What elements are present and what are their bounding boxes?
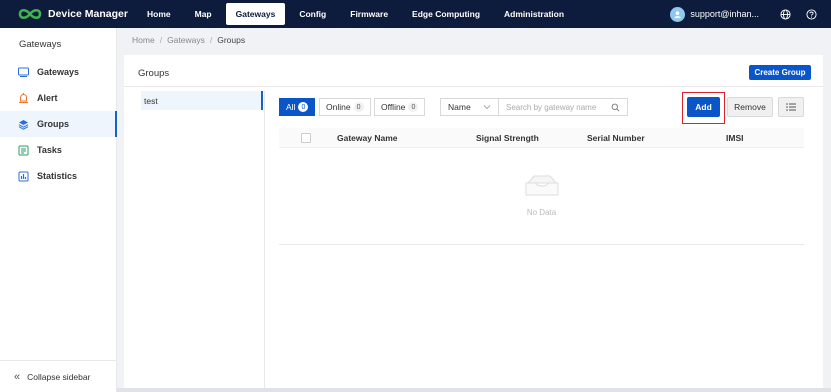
create-group-button[interactable]: Create Group xyxy=(749,65,811,80)
sidebar-title: Gateways xyxy=(19,39,62,50)
nav-edge-computing[interactable]: Edge Computing xyxy=(402,3,490,25)
collapse-sidebar-button[interactable]: « Collapse sidebar xyxy=(0,360,117,392)
filter-tab-label: Online xyxy=(326,102,351,112)
empty-inbox-icon xyxy=(525,175,559,196)
empty-state: No Data xyxy=(279,148,804,245)
count-badge: 0 xyxy=(353,102,364,112)
filter-tab-all[interactable]: All 0 xyxy=(279,98,316,116)
divider xyxy=(124,86,823,87)
nav-map[interactable]: Map xyxy=(185,3,222,25)
count-badge: 0 xyxy=(408,102,419,112)
double-chevron-left-icon: « xyxy=(14,370,21,383)
table-header: Gateway Name Signal Strength Serial Numb… xyxy=(279,128,804,148)
search-input[interactable] xyxy=(506,102,606,112)
group-item-label: test xyxy=(144,95,158,106)
search-box xyxy=(498,98,628,116)
search-field-select[interactable]: Name xyxy=(440,98,499,116)
alert-icon xyxy=(18,92,29,104)
column-header-imsi[interactable]: IMSI xyxy=(726,133,743,143)
chevron-down-icon xyxy=(483,105,491,110)
select-value: Name xyxy=(448,102,471,112)
sidebar-item-label: Groups xyxy=(37,119,70,129)
sidebar-item-label: Tasks xyxy=(37,145,62,155)
sidebar-item-alert[interactable]: Alert xyxy=(0,85,117,111)
tasks-icon xyxy=(18,145,29,156)
page-title: Groups xyxy=(138,68,170,79)
sidebar-item-label: Gateways xyxy=(37,67,80,77)
groups-panel: Groups Create Group test All 0 Online 0 … xyxy=(124,55,823,392)
bottom-strip xyxy=(117,388,831,392)
sidebar-item-groups[interactable]: Groups xyxy=(0,111,117,137)
filter-tab-label: Offline xyxy=(381,102,406,112)
filter-tab-label: All xyxy=(286,102,296,112)
column-header-signal-strength[interactable]: Signal Strength xyxy=(476,133,539,143)
nav-home[interactable]: Home xyxy=(137,3,181,25)
nav-administration[interactable]: Administration xyxy=(494,3,574,25)
collapse-sidebar-label: Collapse sidebar xyxy=(27,371,91,382)
sidebar: Gateways Gateways Alert Groups Tasks Sta… xyxy=(0,28,117,392)
breadcrumb-separator: / xyxy=(209,35,213,45)
column-header-serial-number[interactable]: Serial Number xyxy=(587,133,645,143)
user-icon xyxy=(674,10,681,18)
app-title: Device Manager xyxy=(48,8,128,20)
group-list: test xyxy=(140,91,265,392)
statistics-icon xyxy=(18,171,29,182)
sidebar-item-label: Alert xyxy=(37,93,58,103)
globe-icon[interactable] xyxy=(779,8,791,20)
column-settings-button[interactable] xyxy=(778,97,804,117)
sidebar-item-tasks[interactable]: Tasks xyxy=(0,137,117,163)
nav-config[interactable]: Config xyxy=(289,3,336,25)
avatar[interactable] xyxy=(670,6,686,22)
app-logo[interactable]: Device Manager xyxy=(17,7,137,21)
sidebar-item-statistics[interactable]: Statistics xyxy=(0,163,117,189)
breadcrumb-home[interactable]: Home xyxy=(132,35,155,45)
empty-text: No Data xyxy=(526,208,557,217)
nav-gateways[interactable]: Gateways xyxy=(225,3,286,25)
search-icon[interactable] xyxy=(611,103,620,112)
add-button[interactable]: Add xyxy=(687,97,720,117)
filter-tab-offline[interactable]: Offline 0 xyxy=(374,98,426,116)
nav-firmware[interactable]: Firmware xyxy=(340,3,398,25)
logo-icon xyxy=(18,8,42,20)
filter-tab-online[interactable]: Online 0 xyxy=(319,98,371,116)
top-navbar: Device Manager Home Map Gateways Config … xyxy=(0,0,831,28)
group-item-test[interactable]: test xyxy=(141,91,263,110)
count-badge: 0 xyxy=(298,102,309,112)
breadcrumb-gateways[interactable]: Gateways xyxy=(167,35,205,45)
layers-icon xyxy=(18,119,29,130)
sidebar-item-label: Statistics xyxy=(37,171,78,181)
user-name[interactable]: support@inhan... xyxy=(690,9,759,19)
breadcrumb-separator: / xyxy=(159,35,163,45)
remove-button[interactable]: Remove xyxy=(727,97,773,117)
breadcrumb-current: Groups xyxy=(217,35,246,45)
select-all-checkbox[interactable] xyxy=(301,133,311,143)
breadcrumb: Home / Gateways / Groups xyxy=(132,35,245,45)
column-header-gateway-name[interactable]: Gateway Name xyxy=(337,133,397,143)
list-icon xyxy=(786,103,796,111)
gateway-icon xyxy=(18,67,29,78)
help-icon[interactable] xyxy=(805,8,817,20)
sidebar-item-gateways[interactable]: Gateways xyxy=(0,59,117,85)
